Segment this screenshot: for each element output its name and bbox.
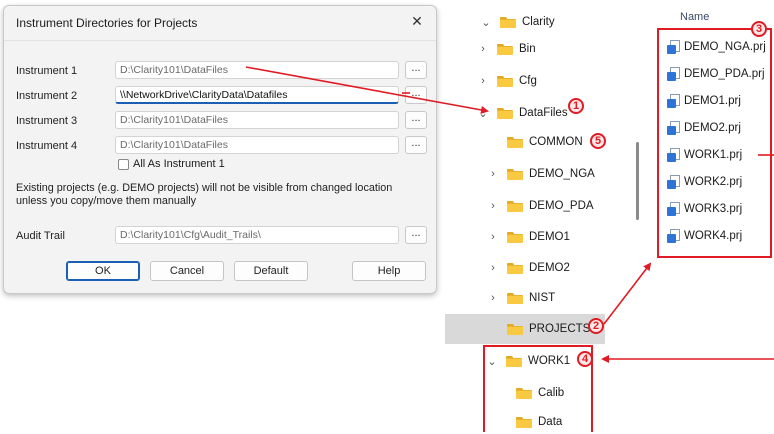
annotation-badge-5: 5 [590,133,606,149]
folder-icon [507,200,523,212]
chevron-right-icon[interactable]: › [478,75,488,87]
warning-note: Existing projects (e.g. DEMO projects) w… [16,182,393,207]
instrument-2-path-input[interactable] [115,86,399,104]
tree-item-label: DEMO1 [529,231,570,243]
instrument-3-label: Instrument 3 [16,115,78,127]
tree-item-demo1[interactable]: › DEMO1 [488,225,570,249]
audit-trail-browse-button[interactable]: ... [405,226,427,244]
tree-item-nist[interactable]: › NIST [488,286,555,310]
chevron-down-icon[interactable]: ⌄ [481,16,491,29]
ok-button[interactable]: OK [66,261,140,281]
folder-icon [497,75,513,87]
annotation-badge-3: 3 [751,21,767,37]
tree-item-demo2[interactable]: › DEMO2 [488,256,570,280]
close-icon[interactable]: ✕ [408,12,426,30]
instrument-1-label: Instrument 1 [16,65,78,77]
tree-item-label: Clarity [522,16,555,28]
chevron-right-icon[interactable]: › [488,231,498,243]
tree-item-demo-nga[interactable]: › DEMO_NGA [488,162,595,186]
tree-item-label: COMMON [529,136,583,148]
dialog-title: Instrument Directories for Projects [16,16,198,30]
chevron-right-icon[interactable]: › [488,262,498,274]
default-button[interactable]: Default [234,261,308,281]
chevron-right-icon[interactable]: › [478,43,488,55]
arrow-projects-to-files [603,262,652,325]
folder-icon [507,168,523,180]
folder-icon [507,323,523,335]
all-as-instrument-1-checkbox[interactable]: All As Instrument 1 [118,158,225,170]
tree-item-clarity[interactable]: ⌄ Clarity [481,10,555,34]
tree-item-label: Cfg [519,75,537,87]
checkbox-box[interactable] [118,158,129,170]
instrument-4-path-input[interactable] [115,136,399,154]
tree-item-label: DataFiles [519,107,568,119]
name-column-header[interactable]: Name [680,11,709,23]
tree-item-label: PROJECTS [529,323,591,335]
tree-item-label: NIST [529,292,556,304]
annotation-badge-1: 1 [568,98,584,114]
chevron-right-icon[interactable]: › [488,200,498,212]
audit-trail-label: Audit Trail [16,230,65,242]
instrument-3-browse-button[interactable]: ... [405,111,427,129]
tree-item-label: DEMO_NGA [529,168,595,180]
audit-trail-path-input[interactable] [115,226,399,244]
annotation-badge-4: 4 [577,351,593,367]
chevron-right-icon[interactable]: › [488,168,498,180]
tree-item-common[interactable]: COMMON [488,130,583,154]
files-highlight-box [657,28,772,258]
tree-item-bin[interactable]: › Bin [478,37,536,61]
tree-item-label: Bin [519,43,536,55]
folder-icon [507,136,523,148]
tree-item-datafiles[interactable]: ⌄ DataFiles [478,101,568,125]
help-button[interactable]: Help [352,261,426,281]
tree-item-projects[interactable]: PROJECTS [488,317,590,341]
chevron-down-icon[interactable]: ⌄ [478,107,488,120]
tree-item-demo-pda[interactable]: › DEMO_PDA [488,194,594,218]
instrument-2-label: Instrument 2 [16,90,78,102]
instrument-4-label: Instrument 4 [16,140,78,152]
folder-icon [507,262,523,274]
instrument-4-browse-button[interactable]: ... [405,136,427,154]
folder-icon [507,231,523,243]
tree-scrollbar[interactable] [636,142,639,220]
folder-icon [500,16,516,28]
tree-item-label: DEMO2 [529,262,570,274]
folder-icon [497,107,513,119]
annotation-badge-2: 2 [588,318,604,334]
folder-icon [507,292,523,304]
instrument-1-path-input[interactable] [115,61,399,79]
instrument-3-path-input[interactable] [115,111,399,129]
cancel-button[interactable]: Cancel [150,261,224,281]
instrument-directories-dialog: Instrument Directories for Projects ✕ In… [3,5,437,294]
checkbox-label: All As Instrument 1 [133,158,225,170]
title-divider [4,40,436,41]
tree-item-cfg[interactable]: › Cfg [478,69,537,93]
chevron-right-icon[interactable]: › [488,292,498,304]
instrument-2-browse-button[interactable]: ... [405,86,427,104]
instrument-1-browse-button[interactable]: ... [405,61,427,79]
tree-item-label: DEMO_PDA [529,200,594,212]
folder-icon [497,43,513,55]
